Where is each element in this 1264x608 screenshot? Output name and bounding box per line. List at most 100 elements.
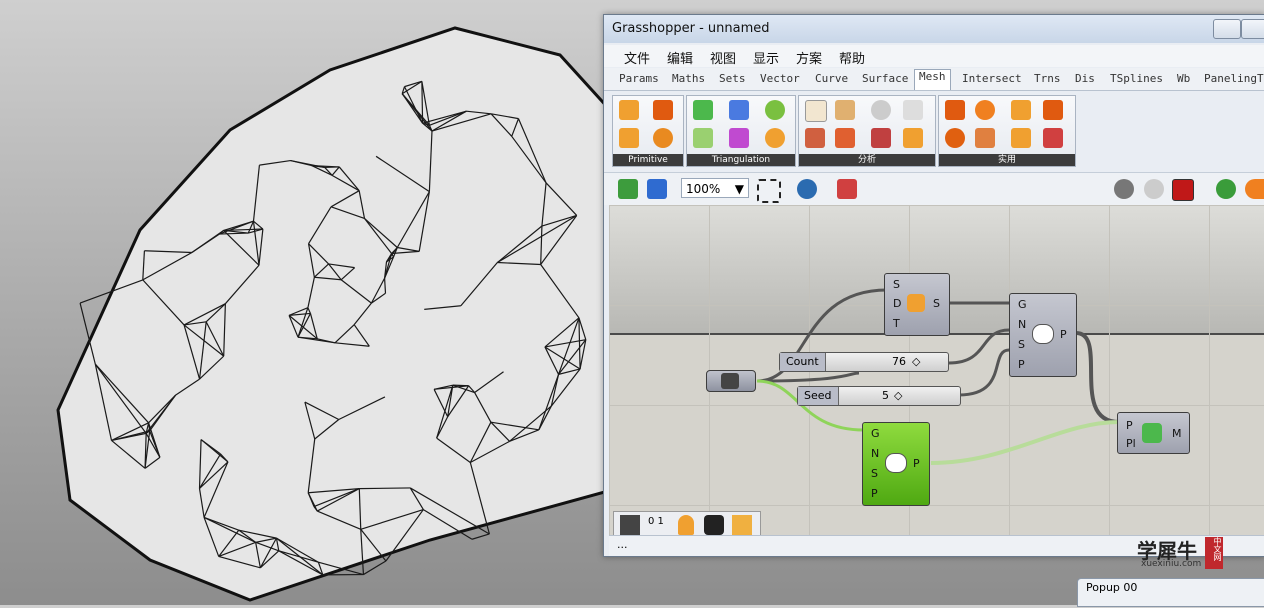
slider-grip-icon[interactable]: ◇ — [894, 387, 902, 405]
unweld-mesh-icon[interactable] — [1011, 128, 1031, 148]
input-pl[interactable]: Pl — [1126, 437, 1136, 450]
window-title: Grasshopper - unnamed — [612, 21, 770, 36]
proximity-icon[interactable] — [765, 100, 785, 120]
tab-sets[interactable]: Sets — [719, 72, 746, 85]
preview-eye-icon[interactable] — [797, 179, 817, 199]
mesh-inclusion-icon[interactable] — [903, 128, 923, 148]
input-g[interactable]: G — [1018, 298, 1027, 311]
mesh-edges-icon[interactable] — [805, 100, 827, 122]
geometry-param-component[interactable] — [706, 370, 756, 392]
input-t[interactable]: T — [893, 317, 900, 330]
tab-mesh[interactable]: Mesh — [914, 69, 951, 90]
maximize-button[interactable] — [1241, 19, 1264, 39]
slider-grip-icon[interactable]: ◇ — [912, 353, 920, 371]
deconstruct-mesh-icon[interactable] — [805, 128, 825, 148]
mesh-surface-icon[interactable] — [975, 100, 995, 120]
download-icon[interactable] — [620, 515, 640, 535]
shaded-preview-icon[interactable] — [1144, 179, 1164, 199]
cone-icon[interactable] — [678, 515, 694, 535]
open-file-icon[interactable] — [618, 179, 638, 199]
output-p[interactable]: P — [1060, 328, 1067, 341]
mesh-plane-icon[interactable] — [653, 100, 673, 120]
save-file-icon[interactable] — [647, 179, 667, 199]
minimize-button[interactable] — [1213, 19, 1241, 39]
title-bar[interactable]: Grasshopper - unnamed — [604, 15, 1264, 43]
grasshopper-canvas[interactable]: S D T S G N S P P Count 76 ◇ Seed 5 — [609, 205, 1264, 535]
populate-component-top[interactable]: G N S P P — [1009, 293, 1077, 377]
menu-solution[interactable]: 方案 — [796, 48, 822, 67]
menu-display[interactable]: 显示 — [753, 48, 779, 67]
weld-mesh-icon[interactable] — [1043, 100, 1063, 120]
wireframe-preview-icon[interactable] — [1114, 179, 1134, 199]
sketch-pen-icon[interactable] — [837, 179, 857, 199]
count-slider[interactable]: Count 76 ◇ — [779, 352, 949, 372]
selected-preview-icon[interactable] — [1172, 179, 1194, 201]
substrate-icon[interactable] — [765, 128, 785, 148]
seed-slider[interactable]: Seed 5 ◇ — [797, 386, 961, 406]
tab-intersect[interactable]: Intersect — [962, 72, 1022, 85]
tab-surface[interactable]: Surface — [862, 72, 908, 85]
menu-view[interactable]: 视图 — [710, 48, 736, 67]
menu-file[interactable]: 文件 — [624, 48, 650, 67]
chevron-down-icon: ▼ — [735, 179, 744, 199]
component-tabs: Params Maths Sets Vector Curve Surface M… — [604, 68, 1264, 91]
tab-curve[interactable]: Curve — [815, 72, 848, 85]
mesh-join-icon[interactable] — [945, 128, 965, 148]
tab-dis[interactable]: Dis — [1075, 72, 1095, 85]
digits-tool-icon[interactable]: 0 1 — [648, 516, 664, 527]
tab-vector[interactable]: Vector — [760, 72, 800, 85]
face-boundaries-icon[interactable] — [871, 128, 891, 148]
input-p[interactable]: P — [871, 487, 878, 500]
surface-split-component[interactable]: S D T S — [884, 273, 950, 336]
mesh-brep-icon[interactable] — [945, 100, 965, 120]
mesh-sphere-icon[interactable] — [619, 128, 639, 148]
input-s[interactable]: S — [871, 467, 878, 480]
geometry-param-icon — [721, 373, 739, 389]
zoom-select[interactable]: 100% ▼ — [681, 178, 749, 198]
tab-panelingtools[interactable]: PanelingTo — [1204, 72, 1264, 85]
grasshopper-window[interactable]: Grasshopper - unnamed 文件 编辑 视图 显示 方案 帮助 … — [603, 14, 1264, 557]
facet-dome-icon[interactable] — [729, 128, 749, 148]
input-s[interactable]: S — [893, 278, 900, 291]
voronoi-icon[interactable] — [729, 100, 749, 120]
output-m[interactable]: M — [1172, 427, 1182, 440]
seed-slider-label: Seed — [798, 387, 839, 405]
mesh-sphere-ex-icon[interactable] — [653, 128, 673, 148]
folder-icon[interactable] — [732, 515, 752, 535]
number-param-icon[interactable] — [704, 515, 724, 535]
document-preview-icon[interactable] — [1216, 179, 1236, 199]
input-d[interactable]: D — [893, 297, 901, 310]
input-p[interactable]: P — [1126, 419, 1133, 432]
output-p[interactable]: P — [913, 457, 920, 470]
menu-help[interactable]: 帮助 — [839, 48, 865, 67]
tab-maths[interactable]: Maths — [672, 72, 705, 85]
custom-preview-icon[interactable] — [1245, 179, 1264, 199]
tab-trns[interactable]: Trns — [1034, 72, 1061, 85]
popup-window[interactable]: Popup 00 — [1077, 578, 1264, 607]
mesh-split-icon[interactable] — [1011, 100, 1031, 120]
face-normals-icon[interactable] — [835, 100, 855, 120]
mesh-edge — [363, 561, 385, 575]
menu-edit[interactable]: 编辑 — [667, 48, 693, 67]
delaunay-mesh-component[interactable]: P Pl M — [1117, 412, 1190, 454]
input-g[interactable]: G — [871, 427, 880, 440]
input-n[interactable]: N — [871, 447, 879, 460]
populate-component-bottom[interactable]: G N S P P — [862, 422, 930, 506]
output-s[interactable]: S — [933, 297, 940, 310]
mesh-closest-point-icon[interactable] — [871, 100, 891, 120]
input-s[interactable]: S — [1018, 338, 1025, 351]
mesh-eval-icon[interactable] — [903, 100, 923, 120]
mesh-box-icon[interactable] — [619, 100, 639, 120]
tab-tsplines[interactable]: TSplines — [1110, 72, 1163, 85]
input-n[interactable]: N — [1018, 318, 1026, 331]
convex-hull-icon[interactable] — [693, 128, 713, 148]
tab-wb[interactable]: Wb — [1177, 72, 1190, 85]
delaunay-mesh-icon[interactable] — [693, 100, 713, 120]
mesh-explode-icon[interactable] — [975, 128, 995, 148]
tab-params[interactable]: Params — [619, 72, 659, 85]
input-p[interactable]: P — [1018, 358, 1025, 371]
mesh-flip-icon[interactable] — [1043, 128, 1063, 148]
construct-mesh-icon[interactable] — [835, 128, 855, 148]
zoom-extents-icon[interactable] — [757, 179, 781, 203]
watermark-logo: 学犀牛 中文网 xuexiniu.com — [1137, 535, 1227, 571]
